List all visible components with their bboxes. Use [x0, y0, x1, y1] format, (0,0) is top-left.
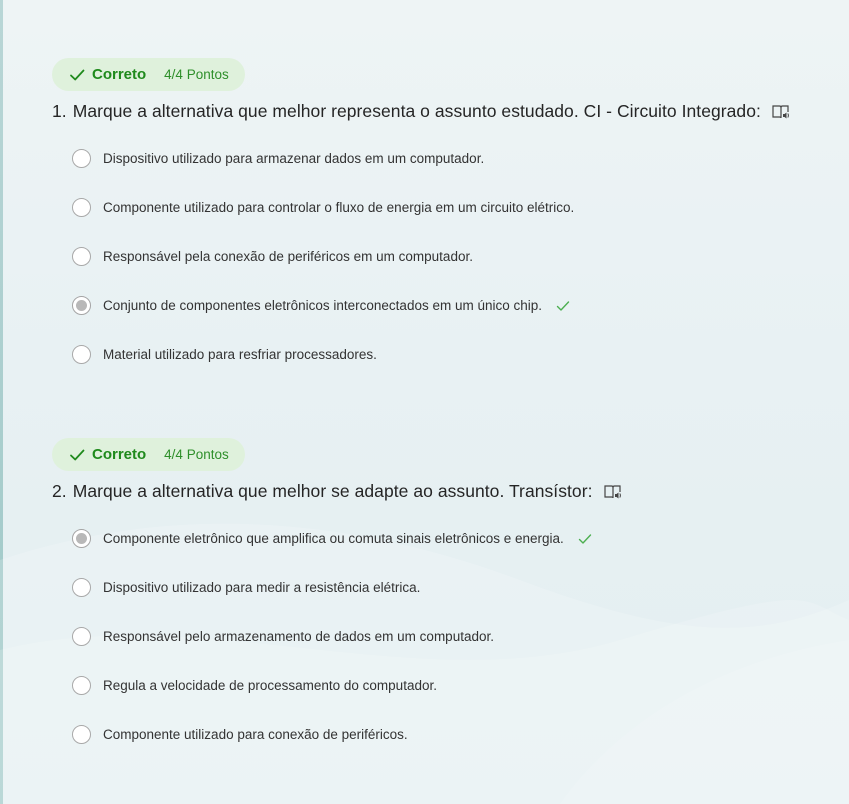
option-label: Dispositivo utilizado para armazenar dad…	[103, 151, 485, 166]
option-label: Dispositivo utilizado para medir a resis…	[103, 580, 421, 595]
radio-button-selected[interactable]	[72, 529, 91, 548]
radio-button[interactable]	[72, 247, 91, 266]
result-status: Correto	[92, 446, 147, 463]
options-list: Dispositivo utilizado para armazenar dad…	[52, 134, 812, 379]
option-label: Material utilizado para resfriar process…	[103, 347, 377, 362]
radio-button[interactable]	[72, 627, 91, 646]
radio-button[interactable]	[72, 676, 91, 695]
radio-button[interactable]	[72, 198, 91, 217]
question-1: Correto 4/4 Pontos 1. Marque a alternati…	[52, 58, 812, 379]
result-badge: Correto 4/4 Pontos	[52, 58, 245, 91]
option-label: Regula a velocidade de processamento do …	[103, 678, 437, 693]
question-text: Marque a alternativa que melhor represen…	[72, 101, 761, 121]
question-text: Marque a alternativa que melhor se adapt…	[72, 481, 593, 501]
result-status: Correto	[92, 66, 147, 83]
check-icon	[70, 449, 85, 460]
left-accent-rule	[0, 0, 3, 804]
radio-button[interactable]	[72, 345, 91, 364]
result-badge: Correto 4/4 Pontos	[52, 438, 245, 471]
question-title: 2. Marque a alternativa que melhor se ad…	[52, 481, 812, 502]
option-label: Responsável pelo armazenamento de dados …	[103, 629, 494, 644]
option-item[interactable]: Componente utilizado para conexão de per…	[52, 710, 812, 759]
result-points: 4/4 Pontos	[164, 447, 229, 462]
option-label: Componente utilizado para controlar o fl…	[103, 200, 575, 215]
option-item[interactable]: Responsável pela conexão de periféricos …	[52, 232, 812, 281]
option-item[interactable]: Responsável pelo armazenamento de dados …	[52, 612, 812, 661]
question-2: Correto 4/4 Pontos 2. Marque a alternati…	[52, 438, 812, 759]
radio-button[interactable]	[72, 725, 91, 744]
option-item[interactable]: Dispositivo utilizado para armazenar dad…	[52, 134, 812, 183]
immersive-reader-icon[interactable]	[603, 483, 623, 501]
question-number: 1.	[52, 101, 67, 121]
radio-button[interactable]	[72, 578, 91, 597]
question-number: 2.	[52, 481, 67, 501]
option-label: Conjunto de componentes eletrônicos inte…	[103, 298, 543, 313]
option-label: Componente utilizado para conexão de per…	[103, 727, 408, 742]
question-title: 1. Marque a alternativa que melhor repre…	[52, 101, 812, 122]
option-label: Componente eletrônico que amplifica ou c…	[103, 531, 564, 546]
correct-check-icon	[556, 300, 570, 311]
radio-button-selected[interactable]	[72, 296, 91, 315]
option-item-selected[interactable]: Conjunto de componentes eletrônicos inte…	[52, 281, 812, 330]
option-item[interactable]: Regula a velocidade de processamento do …	[52, 661, 812, 710]
option-item-selected[interactable]: Componente eletrônico que amplifica ou c…	[52, 514, 812, 563]
option-item[interactable]: Componente utilizado para controlar o fl…	[52, 183, 812, 232]
radio-button[interactable]	[72, 149, 91, 168]
result-points: 4/4 Pontos	[164, 67, 229, 82]
option-label: Responsável pela conexão de periféricos …	[103, 249, 473, 264]
option-item[interactable]: Material utilizado para resfriar process…	[52, 330, 812, 379]
option-item[interactable]: Dispositivo utilizado para medir a resis…	[52, 563, 812, 612]
immersive-reader-icon[interactable]	[771, 103, 791, 121]
options-list: Componente eletrônico que amplifica ou c…	[52, 514, 812, 759]
check-icon	[70, 69, 85, 80]
correct-check-icon	[578, 533, 591, 544]
